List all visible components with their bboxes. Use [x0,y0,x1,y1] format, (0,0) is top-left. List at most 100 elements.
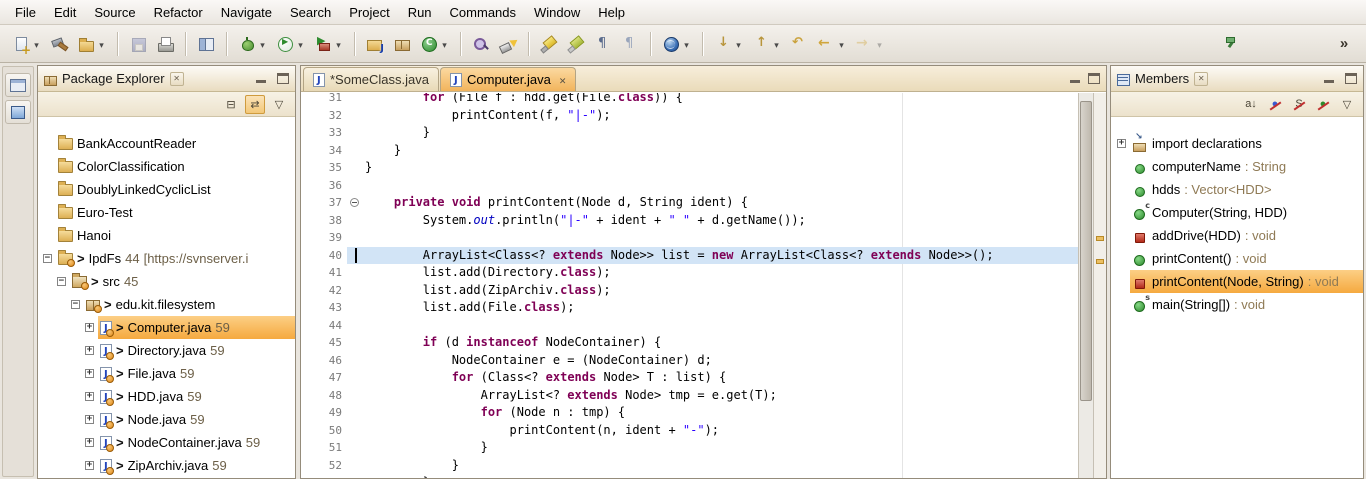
tree-item-body[interactable]: Hanoi [56,224,295,247]
line-number[interactable]: 38 [317,212,347,230]
annotation-ruler-cell[interactable] [301,334,317,352]
code-line[interactable]: 46 NodeContainer e = (NodeContainer) d; [301,352,1078,370]
hide-nonpublic-button[interactable]: ● [1313,95,1333,114]
overview-ruler[interactable] [1093,93,1106,478]
annotation-ruler-cell[interactable] [301,369,317,387]
code-text[interactable]: ArrayList<Class<? extends Node>> list = … [365,247,1078,265]
annotation-ruler-cell[interactable] [301,159,317,177]
dropdown-arrow-icon[interactable] [734,36,743,51]
build-all-button[interactable] [46,30,72,58]
code-text[interactable]: printContent(f, "|-"); [365,107,1078,125]
collapse-all-button[interactable]: ⊟ [221,95,241,114]
toolbar-overflow-chevron[interactable] [1334,35,1354,52]
line-number[interactable]: 41 [317,264,347,282]
dropdown-arrow-icon[interactable] [32,36,41,51]
print-button[interactable] [152,30,178,58]
code-line[interactable]: 44 [301,317,1078,335]
code-line[interactable]: 32 printContent(f, "|-"); [301,107,1078,125]
open-type-button[interactable] [468,30,494,58]
code-line[interactable]: 43 list.add(File.class); [301,299,1078,317]
occurrence-marker[interactable] [1096,236,1104,241]
code-line[interactable]: 33 } [301,124,1078,142]
code-line[interactable]: 41 list.add(Directory.class); [301,264,1078,282]
dropdown-arrow-icon[interactable] [682,36,691,51]
code-line[interactable]: 52 } [301,457,1078,475]
code-line[interactable]: 51 } [301,439,1078,457]
code-line[interactable]: 39 [301,229,1078,247]
code-text[interactable]: list.add(ZipArchiv.class); [365,282,1078,300]
tree-item-body[interactable]: >ZipArchiv.java59 [98,454,295,477]
code-line[interactable]: 37 private void printContent(Node d, Str… [301,194,1078,212]
tree-item[interactable]: +>ZipArchiv.java59 [38,454,295,477]
member-item-body[interactable]: computerName : String [1130,155,1363,178]
tree-item[interactable]: Hanoi [38,224,295,247]
restore-views-button[interactable] [5,73,31,97]
line-number[interactable]: 44 [317,317,347,335]
menu-help[interactable]: Help [589,1,634,24]
word-wrap-button[interactable] [617,30,643,58]
maximize-view-button[interactable] [276,73,290,85]
annotation-ruler-cell[interactable] [301,194,317,212]
code-text[interactable]: } [365,439,1078,457]
annotation-ruler-cell[interactable] [301,317,317,335]
expander-minus-icon[interactable]: − [43,254,52,263]
editor-tab[interactable]: Computer.java [440,67,576,91]
member-item-body[interactable]: smain(String[]) : void [1130,293,1363,316]
line-number[interactable]: 37 [317,194,347,212]
tree-item-body[interactable]: Euro-Test [56,201,295,224]
line-number[interactable]: 31 [317,93,347,107]
code-line[interactable]: 50 printContent(n, ident + "-"); [301,422,1078,440]
code-text[interactable]: ArrayList<? extends Node> tmp = e.get(T)… [365,387,1078,405]
expander-minus-icon[interactable]: − [71,300,80,309]
member-item[interactable]: printContent(Node, String) : void [1111,270,1363,293]
line-number[interactable]: 40 [317,247,347,265]
code-text[interactable]: } [365,124,1078,142]
annotation-ruler-cell[interactable] [301,212,317,230]
line-number[interactable]: 33 [317,124,347,142]
code-text[interactable]: printContent(n, ident + "-"); [365,422,1078,440]
code-line[interactable]: 48 ArrayList<? extends Node> tmp = e.get… [301,387,1078,405]
occurrence-marker[interactable] [1096,259,1104,264]
tree-item-body[interactable]: >NodeContainer.java59 [98,431,295,454]
annotation-ruler-cell[interactable] [301,142,317,160]
dropdown-arrow-icon[interactable] [334,36,343,51]
member-item[interactable]: +import declarations [1111,132,1363,155]
member-item-body[interactable]: addDrive(HDD) : void [1130,224,1363,247]
tree-item-body[interactable]: ColorClassification [56,155,295,178]
dropdown-arrow-icon[interactable] [440,36,449,51]
expander-plus-icon[interactable]: + [85,415,94,424]
line-number[interactable]: 51 [317,439,347,457]
tree-item-body[interactable]: >edu.kit.filesystem [84,293,295,316]
tree-item-body[interactable]: >Computer.java59 [98,316,295,339]
show-whitespace-button[interactable] [590,30,616,58]
maximize-editor-button[interactable] [1087,73,1101,85]
code-text[interactable] [365,229,1078,247]
annotation-ruler-cell[interactable] [301,93,317,107]
code-line[interactable]: 49 for (Node n : tmp) { [301,404,1078,422]
next-annotation-button[interactable] [710,30,747,58]
code-text[interactable]: System.out.println("|-" + ident + " " + … [365,212,1078,230]
code-text[interactable]: if (d instanceof NodeContainer) { [365,334,1078,352]
line-number[interactable]: 47 [317,369,347,387]
menu-run[interactable]: Run [399,1,441,24]
code-line[interactable]: 36 [301,177,1078,195]
line-number[interactable]: 34 [317,142,347,160]
expander-plus-icon[interactable]: + [85,323,94,332]
minimize-editor-button[interactable] [1068,73,1082,85]
code-text[interactable]: } [365,457,1078,475]
open-perspective-button[interactable] [193,30,219,58]
code-line[interactable]: 47 for (Class<? extends Node> T : list) … [301,369,1078,387]
code-text[interactable]: } [365,142,1078,160]
prev-annotation-button[interactable] [748,30,785,58]
back-button[interactable] [813,30,850,58]
member-item-body[interactable]: printContent() : void [1130,247,1363,270]
code-line[interactable]: 34 } [301,142,1078,160]
member-item[interactable]: cComputer(String, HDD) [1111,201,1363,224]
code-text[interactable]: } [365,159,1078,177]
dropdown-arrow-icon[interactable] [772,36,781,51]
expander-plus-icon[interactable]: + [85,392,94,401]
line-number[interactable]: 39 [317,229,347,247]
menu-source[interactable]: Source [85,1,144,24]
line-number[interactable]: 53 [317,474,347,478]
dropdown-arrow-icon[interactable] [875,36,884,51]
